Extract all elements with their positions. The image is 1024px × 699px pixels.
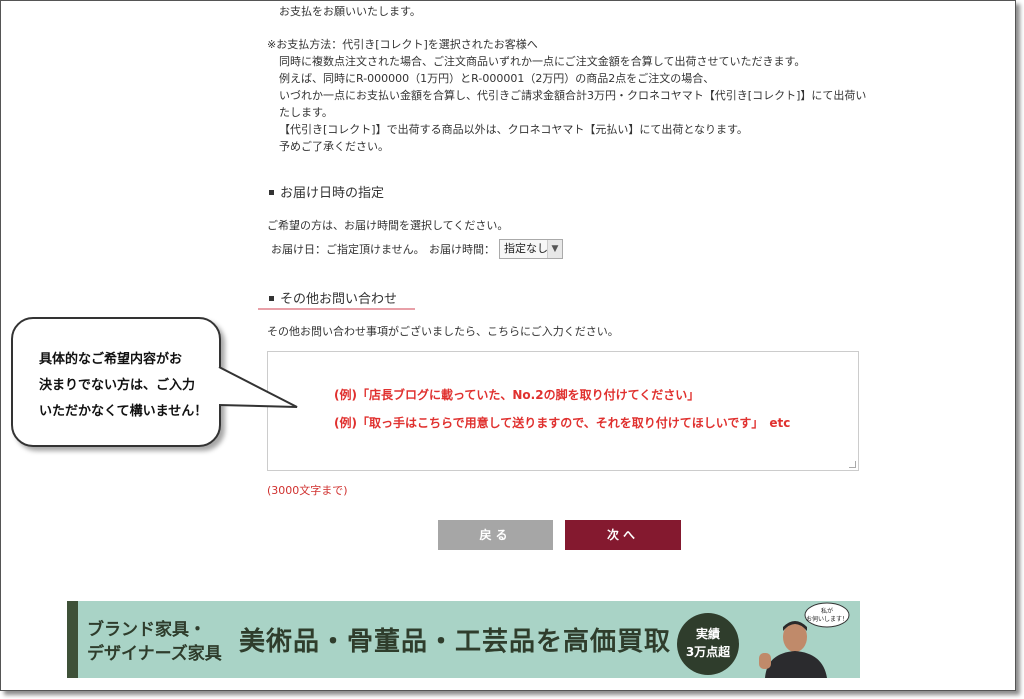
svg-text:お伺いします！: お伺いします！ <box>806 615 848 623</box>
payment-note-line: 予めご了承ください。 <box>279 140 389 153</box>
inquiry-section-title: その他お問い合わせ <box>269 288 397 307</box>
payment-note-line: 例えば、同時にR-000000（1万円）とR-000001（2万円）の商品2点を… <box>279 72 715 85</box>
square-bullet-icon <box>269 296 274 301</box>
inquiry-description: その他お問い合わせ事項がございましたら、こちらにご入力ください。 <box>267 325 619 338</box>
payment-note-line: お支払をお願いいたします。 <box>279 5 421 18</box>
speech-bubble-text: 具体的なご希望内容がお 決まりでない方は、ご入力 いただかなくて構いません！ <box>39 352 208 419</box>
payment-note-line: いづれか一点にお支払い金額を合算し、代引きご請求金額合計3万円・クロネコヤマト【… <box>279 89 867 102</box>
page-frame: お支払をお願いいたします。 ※お支払方法：代引き[コレクト]を選択されたお客様へ… <box>0 0 1016 691</box>
character-limit-note: (3000文字まで) <box>267 484 348 497</box>
staff-photo: 私が お伺いします！ <box>759 602 850 678</box>
banner-main-text: 美術品・骨董品・工芸品を高価買取 <box>239 627 672 657</box>
payment-note-line: 同時に複数点注文された場合、ご注文商品いずれか一点にご注文金額を合算して出荷させ… <box>279 55 806 68</box>
example-text-1: (例)「店長ブログに載っていた、No.2の脚を取り付けてください」 <box>334 388 700 402</box>
inquiry-textarea[interactable]: (例)「店長ブログに載っていた、No.2の脚を取り付けてください」 (例)「取っ… <box>267 351 859 471</box>
delivery-section-title: お届け日時の指定 <box>269 182 384 201</box>
delivery-description: ご希望の方は、お届け時間を選択してください。 <box>267 219 509 232</box>
speech-bubble-tail <box>218 366 298 408</box>
payment-note-line: 【代引き[コレクト]】で出荷する商品以外は、クロネコヤマト【元払い】にて出荷とな… <box>279 123 748 136</box>
buyback-banner[interactable]: ブランド家具・ デザイナーズ家具 美術品・骨董品・工芸品を高価買取 実績 3万点… <box>67 601 860 678</box>
banner-stripe <box>67 601 78 678</box>
square-bullet-icon <box>269 190 274 195</box>
delivery-time-select[interactable]: 指定なし ▼ <box>499 239 563 259</box>
back-button[interactable]: 戻る <box>438 520 553 550</box>
delivery-date-label: お届け日：ご指定頂けません。 <box>271 243 425 256</box>
delivery-time-label: お届け時間： <box>429 243 495 256</box>
payment-note-heading: ※お支払方法：代引き[コレクト]を選択されたお客様へ <box>267 38 538 51</box>
payment-note-line: たします。 <box>279 106 333 119</box>
svg-text:私が: 私が <box>821 607 833 615</box>
next-button[interactable]: 次へ <box>565 520 681 550</box>
achievement-badge: 実績 3万点超 <box>677 613 739 675</box>
chevron-down-icon: ▼ <box>547 240 562 258</box>
resize-grip-icon[interactable] <box>849 461 856 468</box>
example-text-2: (例)「取っ手はこちらで用意して送りますので、それを取り付けてほしいです」 et… <box>334 416 791 430</box>
banner-subtitle: デザイナーズ家具 <box>87 644 222 664</box>
banner-subtitle: ブランド家具・ <box>87 620 206 640</box>
section-title-underline <box>258 308 415 310</box>
